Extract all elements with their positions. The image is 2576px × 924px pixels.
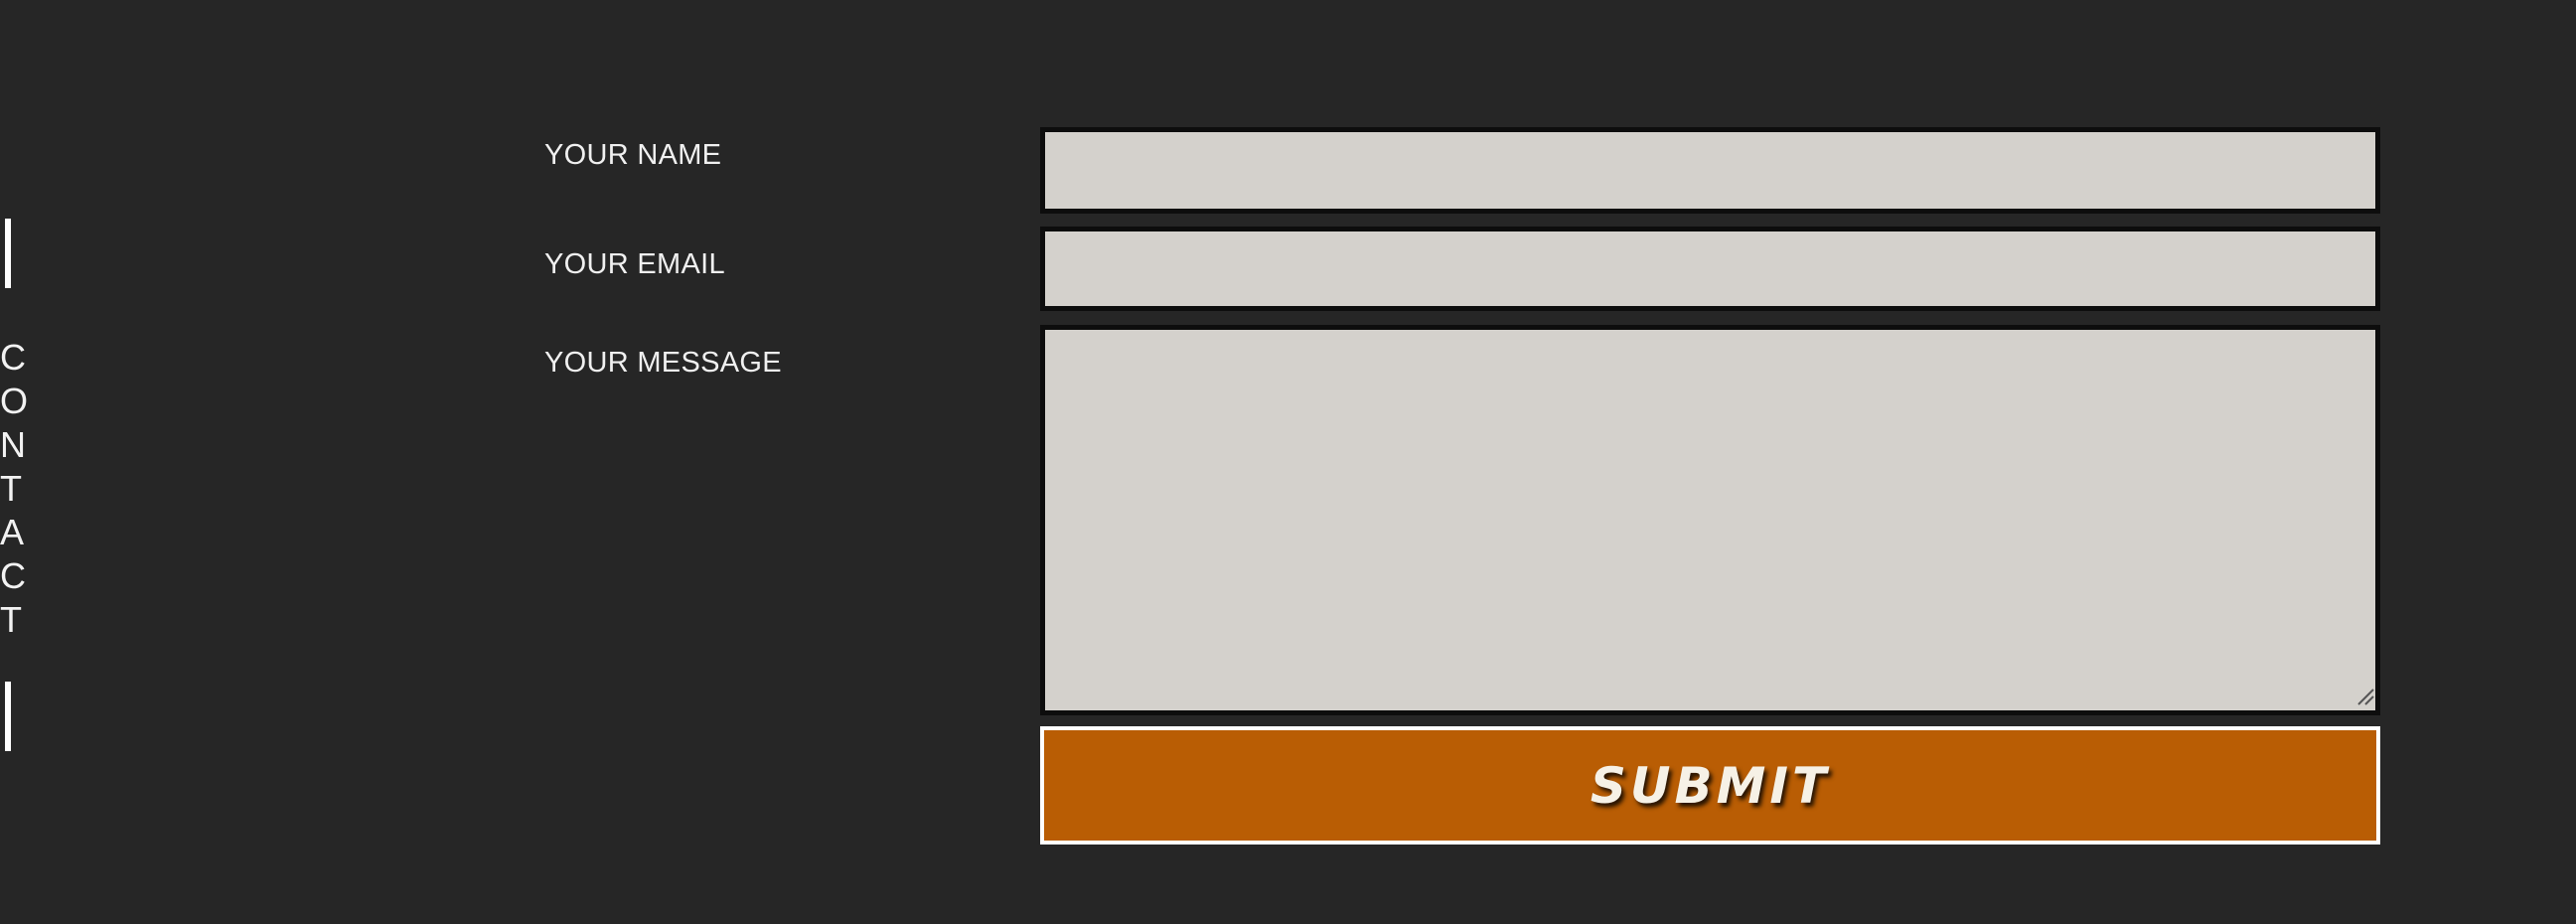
name-field[interactable] bbox=[1040, 127, 2380, 214]
side-letter: C bbox=[0, 555, 26, 596]
message-label: YOUR MESSAGE bbox=[544, 347, 782, 379]
contact-page: C O N T A C T YOUR NAME YOUR EMAIL YOUR … bbox=[0, 0, 2576, 924]
side-letter: N bbox=[0, 424, 26, 465]
email-field[interactable] bbox=[1040, 227, 2380, 311]
email-label: YOUR EMAIL bbox=[544, 248, 725, 280]
side-letter: O bbox=[0, 381, 29, 421]
side-letter: C bbox=[0, 337, 26, 378]
resize-grip-icon[interactable] bbox=[2356, 688, 2374, 705]
side-letter: A bbox=[0, 512, 25, 552]
message-field[interactable] bbox=[1040, 325, 2380, 715]
side-top-bar bbox=[5, 219, 11, 288]
side-letter: T bbox=[0, 468, 22, 509]
side-bottom-bar bbox=[5, 682, 11, 751]
side-letter: T bbox=[0, 599, 22, 640]
name-label: YOUR NAME bbox=[544, 139, 722, 171]
submit-button[interactable]: SUBMIT bbox=[1040, 726, 2380, 845]
side-letters: C O N T A C T bbox=[0, 336, 29, 642]
